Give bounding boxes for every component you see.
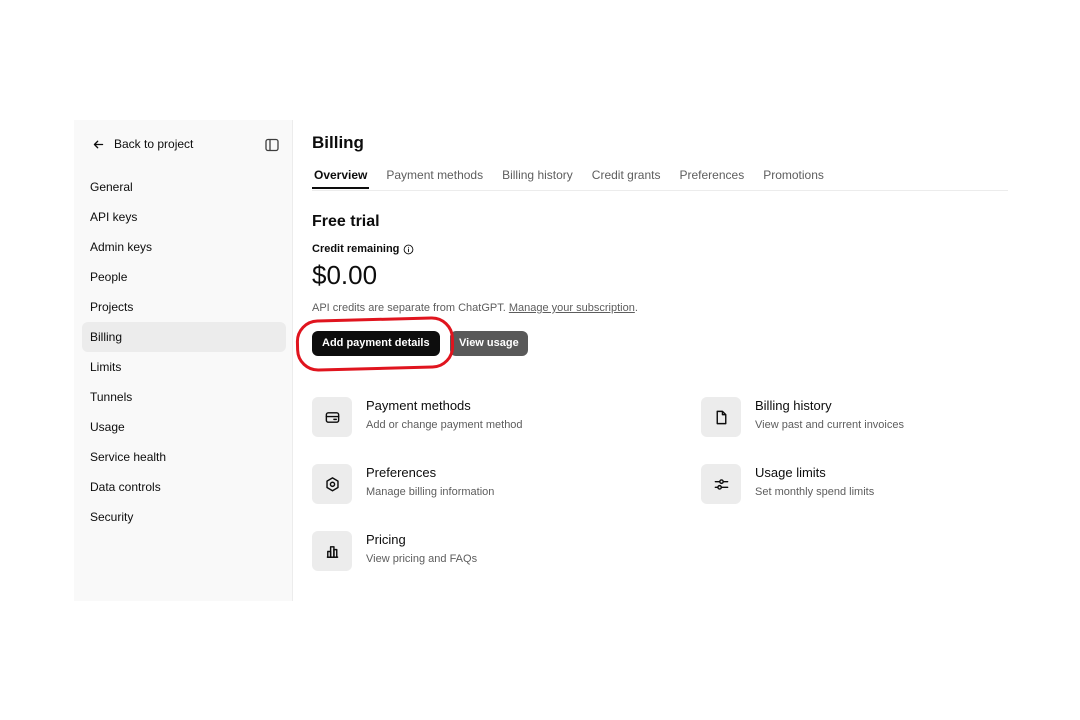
api-credits-note-text: API credits are separate from ChatGPT. xyxy=(312,302,509,314)
sidebar-item-general[interactable]: General xyxy=(82,172,286,202)
credit-remaining-text: Credit remaining xyxy=(312,243,400,255)
credit-remaining-label: Credit remaining xyxy=(312,243,414,255)
sidebar-item-projects[interactable]: Projects xyxy=(82,292,286,322)
page-title: Billing xyxy=(312,133,364,152)
gear-icon xyxy=(325,476,339,491)
card-icon-box xyxy=(701,397,741,437)
sidebar-item-billing[interactable]: Billing xyxy=(82,322,286,352)
sidebar-item-usage[interactable]: Usage xyxy=(82,412,286,442)
info-icon[interactable] xyxy=(403,244,414,255)
card-usage-limits[interactable]: Usage limits Set monthly spend limits xyxy=(701,464,874,504)
card-desc: View past and current invoices xyxy=(755,419,904,431)
card-title: Pricing xyxy=(366,532,406,547)
card-icon-box xyxy=(701,464,741,504)
card-icon-box xyxy=(312,464,352,504)
sidebar-item-admin-keys[interactable]: Admin keys xyxy=(82,232,286,262)
card-title: Payment methods xyxy=(366,398,471,413)
card-desc: Add or change payment method xyxy=(366,419,523,431)
tab-billing-history[interactable]: Billing history xyxy=(500,166,575,189)
card-billing-history[interactable]: Billing history View past and current in… xyxy=(701,397,904,437)
tab-promotions[interactable]: Promotions xyxy=(761,166,826,189)
api-credits-note-end: . xyxy=(634,302,638,314)
arrow-left-icon xyxy=(93,140,104,148)
sidebar-item-limits[interactable]: Limits xyxy=(82,352,286,382)
card-preferences[interactable]: Preferences Manage billing information xyxy=(312,464,494,504)
sidebar-item-tunnels[interactable]: Tunnels xyxy=(82,382,286,412)
settings-nav: General API keys Admin keys People Proje… xyxy=(82,172,286,532)
add-payment-details-button[interactable]: Add payment details xyxy=(312,331,440,356)
billing-tabs: Overview Payment methods Billing history… xyxy=(312,166,1008,191)
sidebar-item-data-controls[interactable]: Data controls xyxy=(82,472,286,502)
chart-icon xyxy=(326,545,338,558)
tab-payment-methods[interactable]: Payment methods xyxy=(384,166,485,189)
card-desc: Set monthly spend limits xyxy=(755,486,875,498)
tab-overview[interactable]: Overview xyxy=(312,166,370,189)
sliders-icon xyxy=(714,478,728,490)
manage-subscription-link[interactable]: Manage your subscription xyxy=(509,302,635,314)
sidebar-item-api-keys[interactable]: API keys xyxy=(82,202,286,232)
card-desc: Manage billing information xyxy=(366,486,495,498)
credit-amount: $0.00 xyxy=(312,260,378,290)
card-payment-methods[interactable]: Payment methods Add or change payment me… xyxy=(312,397,523,437)
credit-card-icon xyxy=(325,411,339,423)
card-icon-box xyxy=(312,531,352,571)
sidebar-item-security[interactable]: Security xyxy=(82,502,286,532)
document-icon xyxy=(716,410,726,424)
tab-preferences[interactable]: Preferences xyxy=(678,166,747,189)
sidebar-item-service-health[interactable]: Service health xyxy=(82,442,286,472)
sidebar: Back to project General API keys Admin k… xyxy=(74,120,293,601)
plan-title: Free trial xyxy=(312,213,380,230)
back-to-project-link[interactable]: Back to project xyxy=(92,137,193,151)
sidebar-toggle-icon[interactable] xyxy=(264,137,280,153)
card-pricing[interactable]: Pricing View pricing and FAQs xyxy=(312,531,477,571)
view-usage-button[interactable]: View usage xyxy=(450,331,528,356)
tab-credit-grants[interactable]: Credit grants xyxy=(590,166,663,189)
back-to-project-label: Back to project xyxy=(114,137,194,151)
card-title: Billing history xyxy=(755,398,832,413)
api-credits-note: API credits are separate from ChatGPT. M… xyxy=(312,302,638,314)
card-icon-box xyxy=(312,397,352,437)
card-title: Preferences xyxy=(366,465,437,480)
sidebar-item-people[interactable]: People xyxy=(82,262,286,292)
billing-main: Billing Overview Payment methods Billing… xyxy=(295,120,1008,601)
card-desc: View pricing and FAQs xyxy=(366,553,478,565)
card-title: Usage limits xyxy=(755,465,826,480)
app-frame: Back to project General API keys Admin k… xyxy=(74,120,1008,601)
